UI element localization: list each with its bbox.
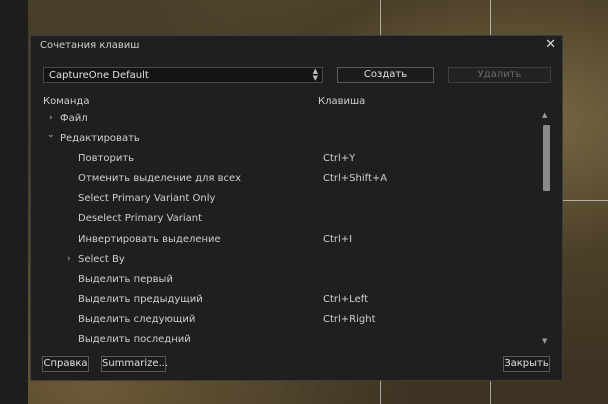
list-item[interactable]: Отменить выделение для всех Ctrl+Shift+A — [31, 169, 541, 189]
list-item[interactable]: › Select By — [31, 250, 541, 270]
command-label: Выделить последний — [78, 334, 191, 345]
command-label: Select By — [78, 254, 125, 265]
list-item[interactable]: › Файл — [31, 109, 541, 129]
keyboard-shortcuts-dialog: Сочетания клавиш ✕ CaptureOne Default ▲ ▼… — [30, 35, 563, 381]
chevron-down-icon[interactable]: ⌄ — [47, 130, 55, 140]
command-label: Выделить первый — [78, 274, 173, 285]
shortcut-key: Ctrl+I — [323, 234, 353, 245]
dialog-titlebar: Сочетания клавиш ✕ — [31, 36, 562, 56]
scroll-down-icon[interactable]: ▼ — [542, 337, 547, 345]
command-label: Отменить выделение для всех — [78, 173, 242, 184]
shortcut-key: Ctrl+Y — [323, 153, 356, 164]
spinner-arrows-icon: ▲ ▼ — [312, 67, 318, 82]
list-item[interactable]: Выделить предыдущий Ctrl+Left — [31, 290, 541, 310]
shortcut-list: › Файл ⌄ Редактировать Повторить Ctrl+Y … — [31, 109, 541, 345]
command-label: Редактировать — [60, 133, 140, 144]
command-label: Выделить предыдущий — [78, 294, 203, 305]
command-label: Выделить следующий — [78, 314, 196, 325]
left-panel-edge — [0, 0, 28, 404]
grid-line — [562, 200, 608, 201]
command-label: Повторить — [78, 153, 135, 164]
help-button[interactable]: Справка — [42, 356, 89, 372]
delete-button[interactable]: Удалить — [448, 67, 551, 83]
list-item[interactable]: Выделить следующий Ctrl+Right — [31, 310, 541, 330]
list-item[interactable]: Выделить последний — [31, 330, 541, 345]
list-item[interactable]: Выделить первый — [31, 270, 541, 290]
column-header-command[interactable]: Команда — [43, 96, 89, 107]
chevron-right-icon[interactable]: › — [67, 254, 71, 264]
preset-select[interactable]: CaptureOne Default ▲ ▼ — [43, 67, 323, 83]
close-button[interactable]: Закрыть — [503, 356, 550, 372]
create-button[interactable]: Создать — [337, 67, 434, 83]
list-item[interactable]: Select Primary Variant Only — [31, 189, 541, 209]
scrollbar-thumb[interactable] — [543, 125, 550, 191]
command-label: Файл — [60, 113, 88, 124]
command-label: Инвертировать выделение — [78, 234, 221, 245]
shortcut-key: Ctrl+Left — [323, 294, 368, 305]
preset-select-value: CaptureOne Default — [49, 70, 149, 81]
close-icon[interactable]: ✕ — [545, 37, 556, 52]
dialog-title: Сочетания клавиш — [40, 40, 140, 51]
chevron-right-icon[interactable]: › — [49, 113, 53, 123]
summarize-button[interactable]: Summarize... — [101, 356, 168, 372]
list-item[interactable]: Повторить Ctrl+Y — [31, 149, 541, 169]
scroll-up-icon[interactable]: ▲ — [542, 111, 547, 119]
shortcut-key: Ctrl+Shift+A — [323, 173, 388, 184]
shortcut-key: Ctrl+Right — [323, 314, 376, 325]
list-item[interactable]: ⌄ Редактировать — [31, 129, 541, 149]
list-item[interactable]: Deselect Primary Variant — [31, 209, 541, 229]
command-label: Deselect Primary Variant — [78, 213, 203, 224]
list-item[interactable]: Инвертировать выделение Ctrl+I — [31, 230, 541, 250]
command-label: Select Primary Variant Only — [78, 193, 216, 204]
list-scrollbar[interactable]: ▲ ▼ — [541, 111, 552, 345]
column-header-key[interactable]: Клавиша — [318, 96, 365, 107]
